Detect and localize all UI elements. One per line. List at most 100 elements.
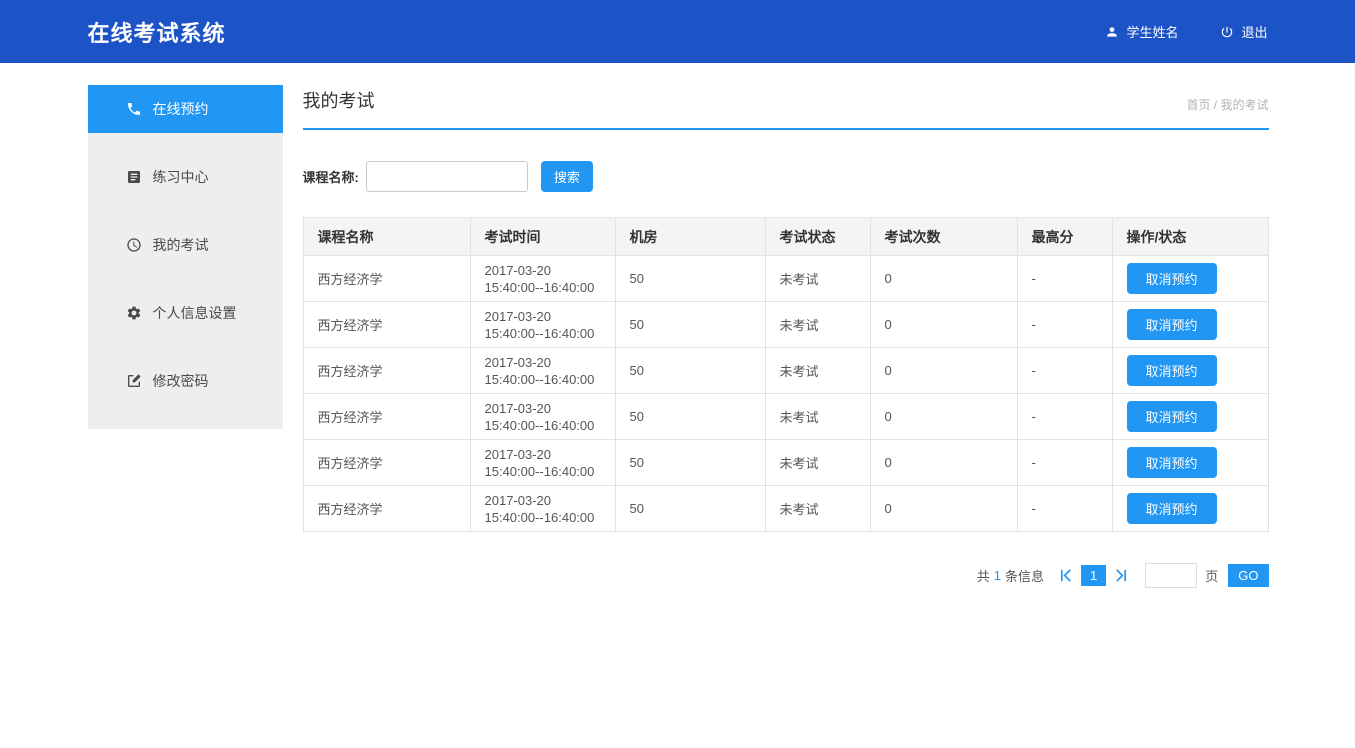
cancel-booking-button[interactable]: 取消预约	[1127, 447, 1217, 478]
attempts-cell: 0	[870, 256, 1017, 302]
column-header-action: 操作/状态	[1112, 218, 1268, 256]
first-page-button[interactable]	[1056, 568, 1077, 583]
course-name-cell: 西方经济学	[303, 302, 470, 348]
main-content: 我的考试 首页 / 我的考试 课程名称: 搜索 课程名称 考试时间 机房 考试状…	[303, 85, 1269, 588]
last-page-button[interactable]	[1110, 568, 1131, 583]
exam-time-cell: 2017-03-20 15:40:00--16:40:00	[470, 394, 615, 440]
attempts-cell: 0	[870, 302, 1017, 348]
top-header-bar: 在线考试系统 学生姓名 退出	[0, 0, 1355, 63]
exam-time-range: 15:40:00--16:40:00	[485, 325, 601, 342]
search-button[interactable]: 搜索	[541, 161, 593, 192]
exam-date: 2017-03-20	[485, 308, 601, 325]
column-header-attempts: 考试次数	[870, 218, 1017, 256]
first-page-icon	[1059, 568, 1074, 583]
exam-time-range: 15:40:00--16:40:00	[485, 463, 601, 480]
breadcrumb-separator: /	[1210, 98, 1220, 112]
table-row: 西方经济学 2017-03-20 15:40:00--16:40:00 50 未…	[303, 394, 1268, 440]
room-cell: 50	[615, 348, 765, 394]
exam-date: 2017-03-20	[485, 354, 601, 371]
sidebar: 在线预约 练习中心 我的考试 个人信息设置 修改密码	[88, 85, 283, 429]
exam-status-cell: 未考试	[765, 440, 870, 486]
total-prefix: 共	[977, 566, 990, 585]
course-name-cell: 西方经济学	[303, 486, 470, 532]
user-menu[interactable]: 学生姓名	[1105, 22, 1178, 41]
best-score-cell: -	[1017, 348, 1112, 394]
sidebar-item-online-booking[interactable]: 在线预约	[88, 85, 283, 133]
total-count: 1	[994, 568, 1001, 583]
sidebar-item-label: 修改密码	[153, 371, 209, 391]
exam-date: 2017-03-20	[485, 262, 601, 279]
room-cell: 50	[615, 256, 765, 302]
page-title: 我的考试	[303, 87, 375, 113]
best-score-cell: -	[1017, 486, 1112, 532]
course-name-input[interactable]	[366, 161, 528, 192]
exam-time-range: 15:40:00--16:40:00	[485, 371, 601, 388]
sidebar-item-my-exams[interactable]: 我的考试	[88, 221, 283, 269]
column-header-exam-time: 考试时间	[470, 218, 615, 256]
exam-time-cell: 2017-03-20 15:40:00--16:40:00	[470, 348, 615, 394]
app-title: 在线考试系统	[88, 16, 226, 48]
table-header-row: 课程名称 考试时间 机房 考试状态 考试次数 最高分 操作/状态	[303, 218, 1268, 256]
gear-icon	[126, 305, 142, 321]
table-row: 西方经济学 2017-03-20 15:40:00--16:40:00 50 未…	[303, 256, 1268, 302]
sidebar-item-change-password[interactable]: 修改密码	[88, 357, 283, 405]
course-name-label: 课程名称:	[303, 167, 359, 186]
table-row: 西方经济学 2017-03-20 15:40:00--16:40:00 50 未…	[303, 348, 1268, 394]
cancel-booking-button[interactable]: 取消预约	[1127, 355, 1217, 386]
action-cell: 取消预约	[1112, 486, 1268, 532]
exam-time-range: 15:40:00--16:40:00	[485, 509, 601, 526]
clock-icon	[126, 237, 142, 253]
cancel-booking-button[interactable]: 取消预约	[1127, 309, 1217, 340]
page-number-input[interactable]	[1145, 563, 1197, 588]
room-cell: 50	[615, 302, 765, 348]
column-header-best-score: 最高分	[1017, 218, 1112, 256]
edit-icon	[126, 373, 142, 389]
room-cell: 50	[615, 440, 765, 486]
table-row: 西方经济学 2017-03-20 15:40:00--16:40:00 50 未…	[303, 486, 1268, 532]
sidebar-item-practice-center[interactable]: 练习中心	[88, 153, 283, 201]
best-score-cell: -	[1017, 440, 1112, 486]
action-cell: 取消预约	[1112, 394, 1268, 440]
cancel-booking-button[interactable]: 取消预约	[1127, 493, 1217, 524]
last-page-icon	[1113, 568, 1128, 583]
best-score-cell: -	[1017, 256, 1112, 302]
course-name-cell: 西方经济学	[303, 440, 470, 486]
attempts-cell: 0	[870, 440, 1017, 486]
sidebar-item-label: 练习中心	[153, 167, 209, 187]
cancel-booking-button[interactable]: 取消预约	[1127, 263, 1217, 294]
user-name-label: 学生姓名	[1126, 22, 1178, 41]
sidebar-item-profile-settings[interactable]: 个人信息设置	[88, 289, 283, 337]
room-cell: 50	[615, 486, 765, 532]
book-icon	[126, 169, 142, 185]
best-score-cell: -	[1017, 394, 1112, 440]
user-icon	[1105, 25, 1119, 39]
exam-date: 2017-03-20	[485, 446, 601, 463]
exam-table: 课程名称 考试时间 机房 考试状态 考试次数 最高分 操作/状态 西方经济学 2…	[303, 217, 1269, 532]
breadcrumb-home-link[interactable]: 首页	[1186, 98, 1210, 112]
action-cell: 取消预约	[1112, 440, 1268, 486]
exam-date: 2017-03-20	[485, 492, 601, 509]
action-cell: 取消预约	[1112, 302, 1268, 348]
column-header-room: 机房	[615, 218, 765, 256]
cancel-booking-button[interactable]: 取消预约	[1127, 401, 1217, 432]
sidebar-item-label: 个人信息设置	[153, 303, 237, 323]
breadcrumb-current: 我的考试	[1220, 98, 1268, 112]
attempts-cell: 0	[870, 394, 1017, 440]
total-suffix: 条信息	[1005, 566, 1044, 585]
room-cell: 50	[615, 394, 765, 440]
exam-time-cell: 2017-03-20 15:40:00--16:40:00	[470, 486, 615, 532]
logout-button[interactable]: 退出	[1220, 22, 1267, 41]
exam-date: 2017-03-20	[485, 400, 601, 417]
course-name-cell: 西方经济学	[303, 348, 470, 394]
logout-label: 退出	[1241, 22, 1267, 41]
exam-time-cell: 2017-03-20 15:40:00--16:40:00	[470, 440, 615, 486]
exam-status-cell: 未考试	[765, 348, 870, 394]
breadcrumb: 首页 / 我的考试	[1186, 96, 1268, 113]
exam-time-range: 15:40:00--16:40:00	[485, 417, 601, 434]
exam-time-cell: 2017-03-20 15:40:00--16:40:00	[470, 256, 615, 302]
course-name-cell: 西方经济学	[303, 394, 470, 440]
go-button[interactable]: GO	[1228, 564, 1268, 587]
current-page-button[interactable]: 1	[1081, 565, 1106, 586]
phone-icon	[126, 101, 142, 117]
page-label: 页	[1205, 566, 1218, 585]
